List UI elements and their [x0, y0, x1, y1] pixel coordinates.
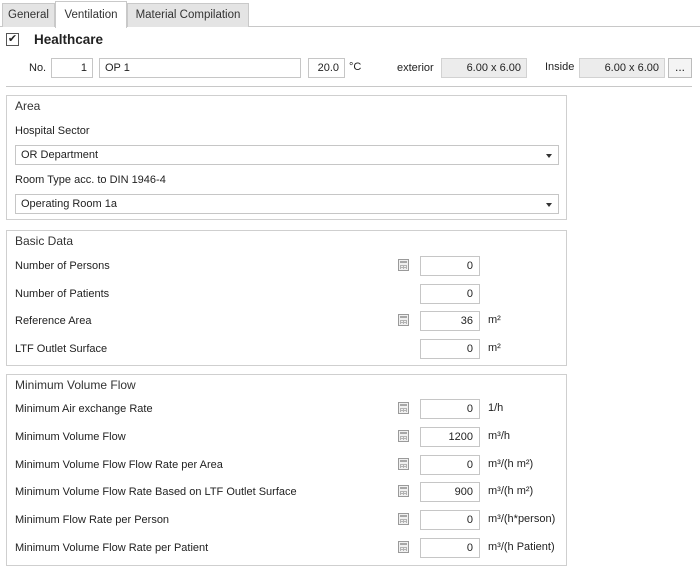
value-field[interactable]: 0 — [420, 338, 480, 359]
room-type-dropdown[interactable]: Operating Room 1a — [15, 194, 559, 214]
calculator-icon[interactable] — [398, 513, 409, 526]
row-label: Minimum Flow Rate per Person — [15, 514, 170, 527]
tab-material-compilation[interactable]: Material Compilation — [127, 3, 249, 27]
row-label: Reference Area — [15, 315, 92, 327]
room-name-field[interactable]: OP 1 — [99, 58, 301, 78]
tab-bar: General Ventilation Material Compilation — [0, 0, 700, 28]
unit-label: m³/h — [488, 429, 510, 442]
row-label: Minimum Volume Flow — [15, 430, 126, 443]
value-field[interactable]: 0 — [420, 399, 480, 419]
calculator-icon[interactable] — [398, 402, 409, 414]
minimum-volume-flow-title: Minimum Volume Flow — [15, 378, 136, 392]
minimum-volume-flow-group: Minimum Volume Flow Minimum Air exchange… — [6, 374, 567, 566]
unit-label: m³/(h m²) — [488, 485, 534, 498]
unit-label: m² — [488, 341, 501, 354]
basic-data-group: Basic Data Number of Persons 0 Number of P… — [6, 230, 567, 366]
row-label: LTF Outlet Surface — [15, 342, 108, 355]
healthcare-title: Healthcare — [34, 32, 104, 47]
room-number-label: No. — [29, 62, 47, 74]
unit-label: m³/(h Patient) — [488, 541, 555, 553]
room-type-label: Room Type acc. to DIN 1946-4 — [15, 174, 166, 186]
temperature-unit: °C — [349, 61, 362, 73]
chevron-down-icon — [546, 154, 552, 158]
value-field[interactable]: 0 — [420, 538, 480, 558]
calculator-icon[interactable] — [398, 457, 409, 470]
unit-label: m³/(h m²) — [488, 457, 534, 470]
row-label: Minimum Volume Flow Rate per Patient — [15, 542, 209, 554]
hospital-sector-dropdown[interactable]: OR Department — [15, 145, 559, 165]
unit-label: m³/(h*person) — [488, 513, 556, 526]
value-field[interactable]: 0 — [420, 283, 480, 304]
hospital-sector-value: OR Department — [21, 149, 99, 161]
row-label: Minimum Air exchange Rate — [15, 403, 153, 415]
temperature-field[interactable]: 20.0 — [308, 58, 345, 78]
calculator-icon[interactable] — [398, 259, 409, 271]
value-field[interactable]: 1200 — [420, 426, 480, 447]
exterior-label: exterior — [397, 62, 434, 74]
inside-label: Inside — [545, 61, 575, 73]
chevron-down-icon — [546, 203, 552, 207]
row-label: Minimum Volume Flow Rate Based on LTF Ou… — [15, 486, 297, 499]
row-label: Number of Patients — [15, 287, 110, 300]
healthcare-checkbox[interactable]: ✔ — [6, 33, 19, 46]
room-number-field[interactable]: 1 — [51, 58, 93, 78]
value-field[interactable]: 36 — [420, 311, 480, 331]
value-field[interactable]: 0 — [420, 256, 480, 276]
value-field[interactable]: 0 — [420, 510, 480, 531]
row-label: Minimum Volume Flow Flow Rate per Area — [15, 458, 223, 471]
unit-label: m² — [488, 314, 501, 326]
area-group: Area Hospital Sector OR Department Room … — [6, 95, 567, 220]
value-field[interactable]: 900 — [420, 482, 480, 503]
basic-data-title: Basic Data — [15, 234, 74, 248]
inside-dimensions: 6.00 x 6.00 — [579, 58, 665, 78]
calculator-icon[interactable] — [398, 429, 409, 442]
header-divider — [6, 86, 692, 87]
calculator-icon[interactable] — [398, 541, 409, 553]
unit-label: 1/h — [488, 402, 504, 414]
hospital-sector-label: Hospital Sector — [15, 125, 90, 137]
dimensions-more-button[interactable]: ... — [668, 58, 692, 78]
exterior-dimensions: 6.00 x 6.00 — [441, 58, 527, 78]
check-icon: ✔ — [7, 33, 18, 45]
value-field[interactable]: 0 — [420, 454, 480, 475]
row-label: Number of Persons — [15, 260, 110, 272]
room-type-value: Operating Room 1a — [21, 198, 117, 210]
calculator-icon[interactable] — [398, 485, 409, 498]
calculator-icon[interactable] — [398, 314, 409, 326]
tab-general[interactable]: General — [2, 3, 55, 27]
area-group-title: Area — [15, 99, 41, 113]
tab-ventilation[interactable]: Ventilation — [55, 1, 127, 28]
